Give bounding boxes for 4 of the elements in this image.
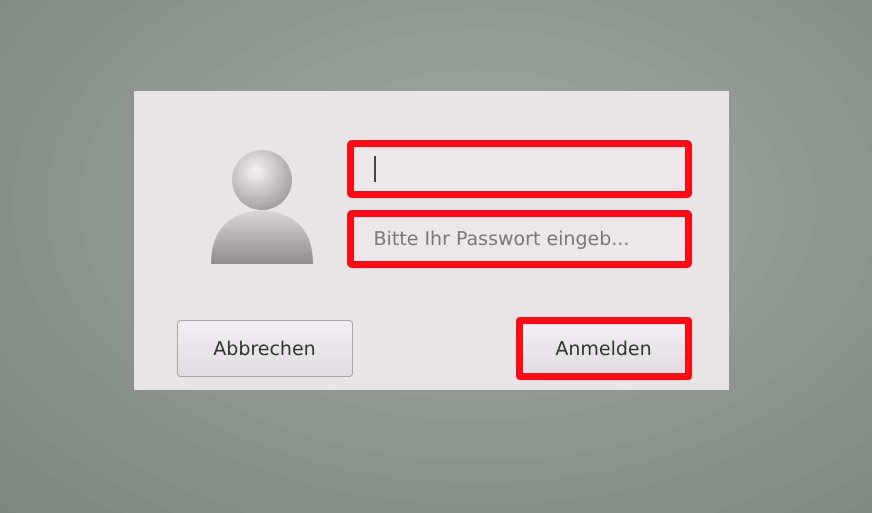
- password-field[interactable]: Bitte Ihr Passwort eingeb...: [346, 210, 692, 268]
- cancel-button[interactable]: Abbrechen: [176, 320, 352, 378]
- login-button[interactable]: Anmelden: [516, 317, 692, 380]
- username-field[interactable]: [346, 140, 692, 198]
